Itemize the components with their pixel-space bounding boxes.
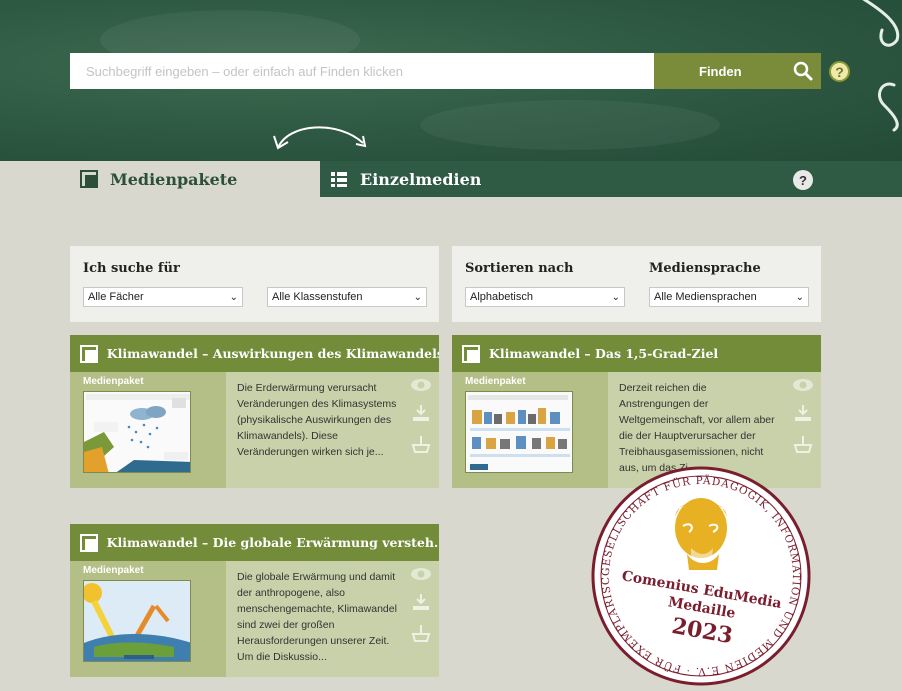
chevron-down-icon: ⌄ <box>413 291 422 303</box>
chevron-down-icon: ⌄ <box>795 291 804 303</box>
swap-arrows-icon <box>273 126 367 150</box>
card-title: Klimawandel – Das 1,5-Grad-Ziel <box>489 346 719 361</box>
package-icon <box>462 344 480 363</box>
package-type-label: Medienpaket <box>83 565 144 576</box>
search-icon <box>793 61 812 81</box>
thumbnail-image <box>465 391 573 473</box>
find-button[interactable]: Finden <box>654 53 784 89</box>
search-bar: Finden <box>70 53 821 89</box>
list-icon <box>331 172 347 187</box>
filter-panel-audience: Ich suche für Alle Fächer ⌄ Alle Klassens… <box>70 246 439 322</box>
filter-panel-sort: Sortieren nach Mediensprache Alphabetisc… <box>452 246 821 322</box>
package-type-label: Medienpaket <box>83 376 144 387</box>
basket-icon[interactable] <box>793 434 813 454</box>
card-description: Derzeit reichen die Anstrengungen der We… <box>619 382 775 474</box>
search-for-label: Ich suche für <box>83 261 180 276</box>
card-title: Klimawandel – Die globale Erwärmung vers… <box>106 535 439 550</box>
basket-icon[interactable] <box>411 623 431 643</box>
card-preview[interactable]: Medienpaket <box>70 561 226 677</box>
sort-label: Sortieren nach <box>465 261 574 276</box>
tab-einzelmedien[interactable]: Einzelmedien <box>320 161 902 197</box>
grade-select[interactable]: Alle Klassenstufen ⌄ <box>267 287 427 307</box>
tab-label: Einzelmedien <box>360 169 482 189</box>
package-type-label: Medienpaket <box>465 376 526 387</box>
search-input[interactable] <box>70 53 654 89</box>
card-title-link[interactable]: Klimawandel – Auswirkungen des Klimawand… <box>70 335 439 372</box>
sort-select[interactable]: Alphabetisch ⌄ <box>465 287 625 307</box>
thumbnail-image <box>83 391 191 473</box>
chevron-down-icon: ⌄ <box>611 291 620 303</box>
preview-eye-icon[interactable] <box>410 378 432 392</box>
tab-medienpakete[interactable]: Medienpakete <box>70 161 320 197</box>
thumbnail-image <box>83 580 191 662</box>
package-icon <box>80 170 98 188</box>
card-title: Klimawandel – Auswirkungen des Klimawand… <box>106 346 439 361</box>
card-preview[interactable]: Medienpaket <box>452 372 608 488</box>
media-package-card: Klimawandel – Auswirkungen des Klimawand… <box>70 335 439 488</box>
preview-eye-icon[interactable] <box>792 378 814 392</box>
search-icon-button[interactable] <box>784 53 821 89</box>
tabs-help-icon[interactable]: ? <box>793 170 813 190</box>
card-preview[interactable]: Medienpaket <box>70 372 226 488</box>
package-icon <box>80 533 98 552</box>
card-description: Die globale Erwärmung und damit der anth… <box>237 571 397 663</box>
card-description: Die Erderwärmung verursacht Veränderunge… <box>237 382 397 458</box>
card-title-link[interactable]: Klimawandel – Die globale Erwärmung vers… <box>70 524 439 561</box>
chevron-down-icon: ⌄ <box>229 291 238 303</box>
download-icon[interactable] <box>411 593 431 611</box>
language-label: Mediensprache <box>649 261 761 276</box>
card-title-link[interactable]: Klimawandel – Das 1,5-Grad-Ziel <box>452 335 821 372</box>
basket-icon[interactable] <box>411 434 431 454</box>
package-icon <box>80 344 98 363</box>
preview-eye-icon[interactable] <box>410 567 432 581</box>
subject-select[interactable]: Alle Fächer ⌄ <box>83 287 243 307</box>
comenius-medal-badge: GESELLSCHAFT FÜR PÄDAGOGIK, INFORMATION … <box>585 457 811 686</box>
download-icon[interactable] <box>411 404 431 422</box>
search-help-icon[interactable]: ? <box>829 61 850 82</box>
language-select[interactable]: Alle Mediensprachen ⌄ <box>649 287 809 307</box>
media-package-card: Klimawandel – Die globale Erwärmung vers… <box>70 524 439 677</box>
tab-label: Medienpakete <box>110 169 238 189</box>
download-icon[interactable] <box>793 404 813 422</box>
